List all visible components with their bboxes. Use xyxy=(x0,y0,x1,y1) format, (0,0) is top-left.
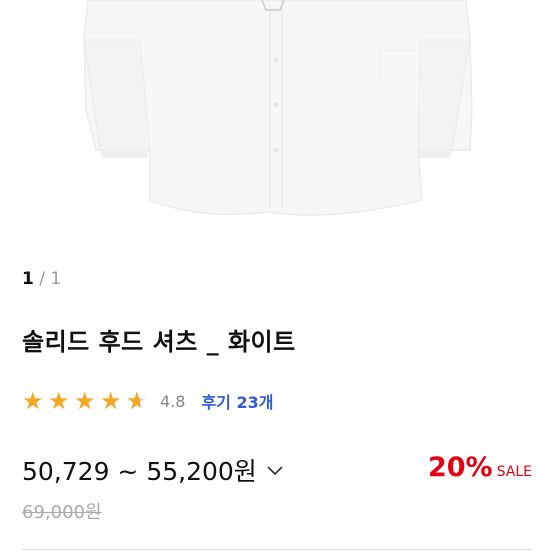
sale-label: SALE xyxy=(496,464,532,480)
chevron-down-icon[interactable] xyxy=(267,461,283,480)
star-rating: ★ ★ ★ ★ ★ ★ xyxy=(22,389,152,413)
star-half-icon: ★ ★ xyxy=(126,387,148,415)
star-icon: ★ xyxy=(22,387,44,415)
discount-badge: 20% SALE xyxy=(428,452,532,483)
rating-score: 4.8 xyxy=(160,391,186,411)
rating-row: ★ ★ ★ ★ ★ ★ 4.8 후기 23개 xyxy=(22,386,273,416)
product-title: 솔리드 후드 셔츠 _ 화이트 xyxy=(22,328,296,356)
discount-percent: 20% xyxy=(427,452,493,483)
price-row[interactable]: 50,729 ~ 55,200원 xyxy=(22,452,283,488)
pager-total: 1 xyxy=(50,269,62,289)
pager-current: 1 xyxy=(22,269,34,289)
price-range: 50,729 ~ 55,200원 xyxy=(22,457,257,486)
review-count-link[interactable]: 후기 23개 xyxy=(201,389,273,413)
image-pager: 1 / 1 xyxy=(22,268,61,290)
star-icon: ★ xyxy=(100,387,122,415)
pager-separator: / xyxy=(39,269,45,289)
star-icon: ★ xyxy=(48,387,70,415)
star-icon: ★ xyxy=(74,387,96,415)
original-price: 69,000원 xyxy=(22,502,102,523)
white-shirt-image xyxy=(83,0,473,216)
divider xyxy=(22,549,532,550)
product-image[interactable] xyxy=(0,0,554,250)
